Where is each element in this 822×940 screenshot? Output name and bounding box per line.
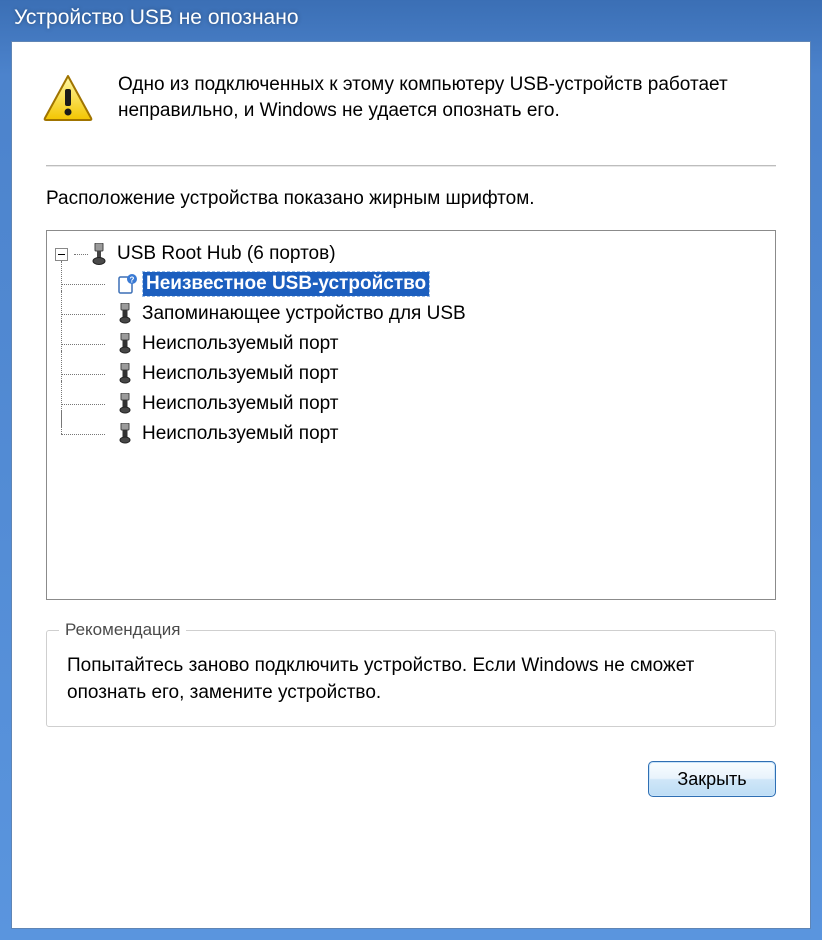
unknown-device-icon: ? — [117, 274, 137, 294]
client-area: Одно из подключенных к этому компьютеру … — [11, 41, 811, 929]
content: Одно из подключенных к этому компьютеру … — [12, 42, 810, 928]
tree-item[interactable]: Неиспользуемый порт — [55, 329, 767, 359]
svg-text:?: ? — [130, 276, 135, 285]
close-button[interactable]: Закрыть — [648, 761, 776, 797]
tree-item-label: Неизвестное USB-устройство — [143, 272, 429, 296]
warning-icon — [42, 74, 94, 127]
tree-caption: Расположение устройства показано жирным … — [12, 168, 810, 216]
usb-plug-icon — [117, 303, 133, 325]
tree-root-row[interactable]: USB Root Hub (6 портов) — [55, 239, 767, 269]
window-title: Устройство USB не опознано — [14, 6, 299, 29]
tree-item[interactable]: Неиспользуемый порт — [55, 419, 767, 449]
tree-item[interactable]: Неиспользуемый порт — [55, 359, 767, 389]
tree-root-label: USB Root Hub (6 портов) — [114, 242, 339, 266]
tree-connector — [55, 359, 115, 389]
tree-item-label: Неиспользуемый порт — [139, 362, 342, 386]
message-text: Одно из подключенных к этому компьютеру … — [118, 72, 776, 123]
tree-item[interactable]: Запоминающее устройство для USB — [55, 299, 767, 329]
tree-connector — [55, 299, 115, 329]
usb-plug-icon — [117, 393, 133, 415]
usb-plug-icon — [117, 423, 133, 445]
titlebar[interactable]: Устройство USB не опознано — [0, 0, 822, 37]
tree-item-label: Неиспользуемый порт — [139, 422, 342, 446]
message-row: Одно из подключенных к этому компьютеру … — [12, 42, 810, 137]
usb-plug-icon — [117, 333, 133, 355]
usb-hub-icon — [90, 243, 108, 265]
device-tree[interactable]: USB Root Hub (6 портов) ? Неизвестное US… — [46, 230, 776, 600]
tree-item-label: Неиспользуемый порт — [139, 332, 342, 356]
recommendation-title: Рекомендация — [59, 620, 186, 640]
recommendation-text: Попытайтесь заново подключить устройство… — [67, 645, 755, 706]
recommendation-group: Рекомендация Попытайтесь заново подключи… — [46, 630, 776, 727]
dialog-window: Устройство USB не опознано — [0, 0, 822, 940]
tree-connector — [55, 389, 115, 419]
tree-item[interactable]: Неиспользуемый порт — [55, 389, 767, 419]
collapse-icon[interactable] — [55, 248, 68, 261]
tree-connector — [55, 269, 115, 299]
tree-item-label: Неиспользуемый порт — [139, 392, 342, 416]
tree-connector — [55, 329, 115, 359]
usb-plug-icon — [117, 363, 133, 385]
tree-item-label: Запоминающее устройство для USB — [139, 302, 469, 326]
button-row: Закрыть — [12, 727, 810, 817]
tree-connector — [55, 419, 115, 449]
tree-connector — [74, 254, 88, 255]
tree-item[interactable]: ? Неизвестное USB-устройство — [55, 269, 767, 299]
